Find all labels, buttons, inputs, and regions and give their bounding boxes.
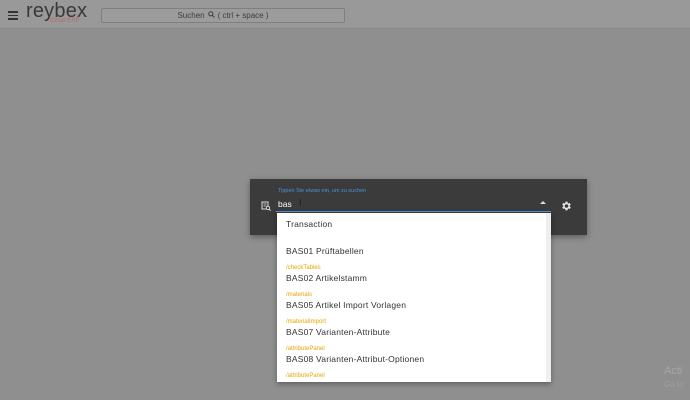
list-item[interactable]: BAS01 Prüftabellen /checkTables xyxy=(286,246,541,271)
result-title: BAS05 Artikel Import Vorlagen xyxy=(286,300,407,310)
logo-subtitle: Cloud ERP xyxy=(50,18,80,24)
list-item[interactable]: Transaction xyxy=(286,219,541,229)
search-hint: ( ctrl + space ) xyxy=(217,11,269,20)
search-hint-label: Tippen Sie etwas ein, um zu suchen xyxy=(278,188,367,194)
result-path: /materialImport xyxy=(286,319,327,325)
menu-icon[interactable] xyxy=(8,11,18,20)
activation-watermark: Acti xyxy=(664,365,683,377)
result-title: BAS07 Varianten-Attribute xyxy=(286,327,391,337)
result-path: /attributePanel xyxy=(286,346,325,352)
result-title: BAS01 Prüftabellen xyxy=(286,246,364,256)
activation-watermark-sub: Go to xyxy=(664,380,684,389)
list-item[interactable]: BAS05 Artikel Import Vorlagen /materialI… xyxy=(286,300,541,325)
command-search-input[interactable] xyxy=(278,197,528,210)
search-icon xyxy=(207,11,215,20)
search-label: Suchen xyxy=(177,11,205,20)
chevron-up-icon[interactable] xyxy=(540,201,546,204)
result-title: BAS08 Varianten-Attribut-Optionen xyxy=(286,354,425,364)
command-search-field[interactable]: I xyxy=(276,195,551,212)
list-item[interactable]: BAS08 Varianten-Attribut-Optionen /attri… xyxy=(286,354,541,379)
global-search[interactable]: Suchen ( ctrl + space ) xyxy=(101,8,345,23)
text-cursor-icon: I xyxy=(299,198,302,209)
logo[interactable]: reybex Cloud ERP xyxy=(26,1,87,24)
result-title: Transaction xyxy=(286,219,333,229)
list-item[interactable]: BAS07 Varianten-Attribute /attributePane… xyxy=(286,327,541,352)
transaction-search-icon xyxy=(261,198,271,211)
result-path: /materials xyxy=(286,292,313,298)
result-path: /attributePanel xyxy=(286,373,325,379)
gear-icon[interactable] xyxy=(560,199,572,211)
search-results-dropdown: Transaction BAS01 Prüftabellen /checkTab… xyxy=(277,213,551,382)
list-item[interactable]: BAS02 Artikelstamm /materials xyxy=(286,273,541,298)
result-path: /checkTables xyxy=(286,265,321,271)
top-bar: reybex Cloud ERP Suchen ( ctrl + space ) xyxy=(0,0,690,29)
scrollbar[interactable] xyxy=(546,213,551,382)
result-title: BAS02 Artikelstamm xyxy=(286,273,368,283)
